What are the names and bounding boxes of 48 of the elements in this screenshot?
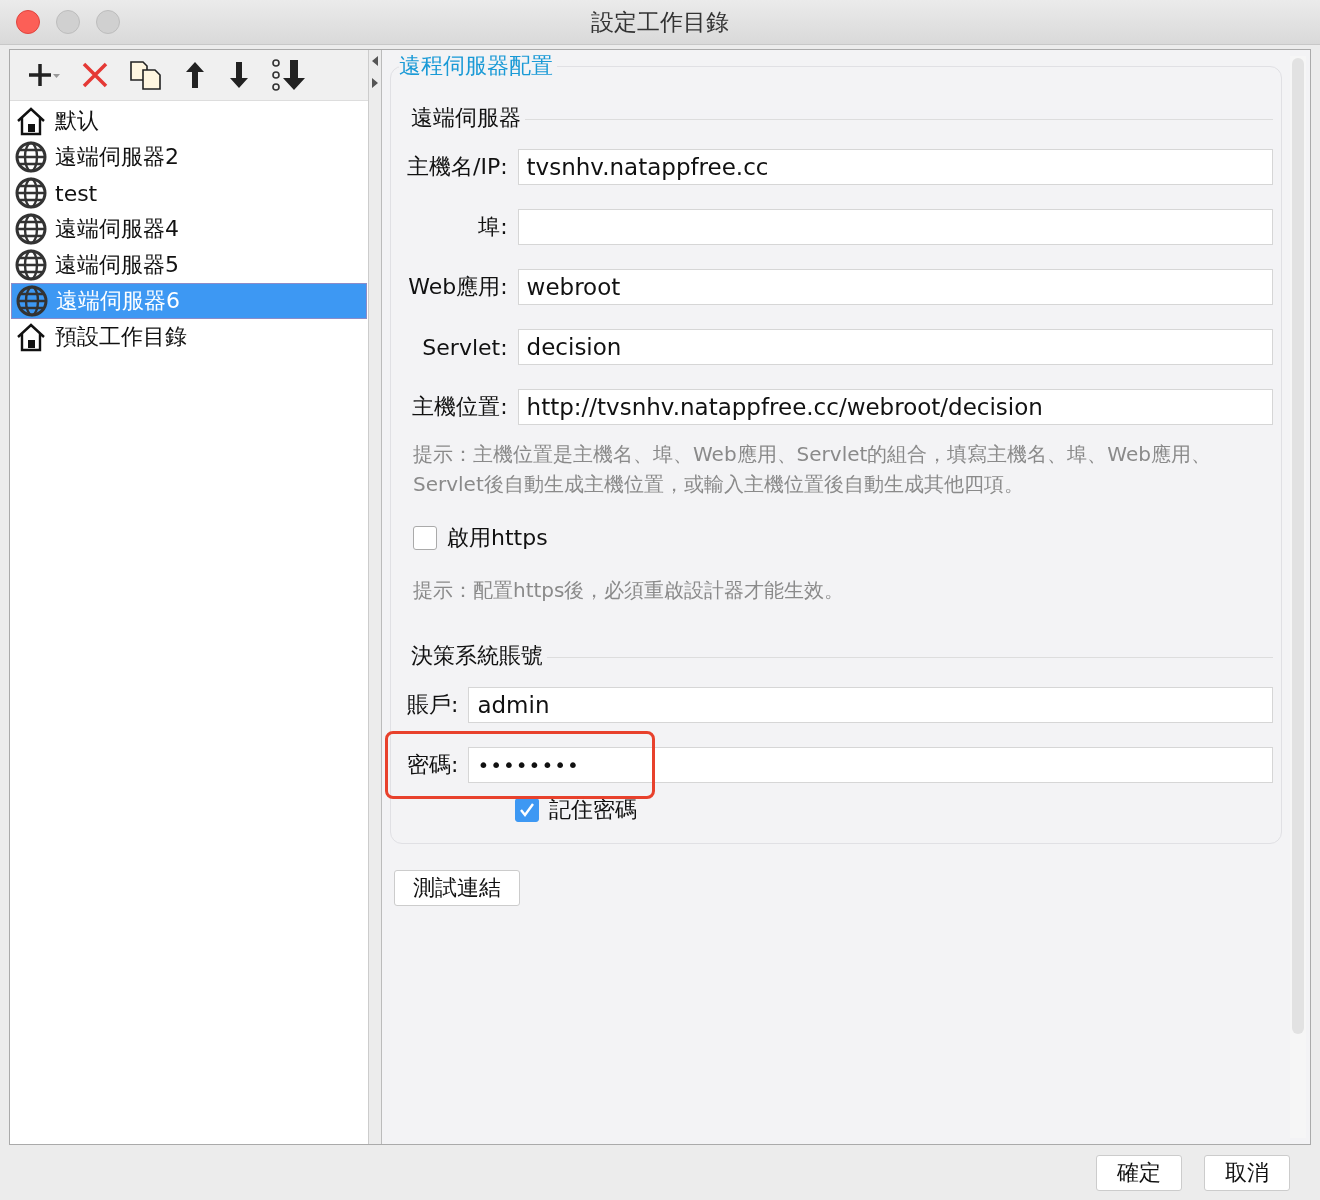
checkbox-label: 啟用https [447, 524, 548, 552]
globe-icon [15, 141, 47, 173]
directory-item[interactable]: 遠端伺服器2 [11, 139, 367, 175]
down-arrow-icon[interactable] [227, 60, 251, 90]
section-title: 決策系統賬號 [410, 642, 543, 670]
input-field[interactable]: http://tvsnhv.natappfree.cc/webroot/decision [517, 389, 1273, 425]
password-field[interactable]: •••••••• [468, 747, 1273, 783]
checkmark-icon [518, 801, 536, 819]
test-connection-button[interactable]: 測試連結 [394, 870, 520, 906]
house-icon [15, 106, 47, 136]
directory-item[interactable]: 默认 [11, 103, 367, 139]
dialog-button[interactable]: 取消 [1204, 1155, 1290, 1191]
copy-icon[interactable] [129, 60, 163, 90]
input-field[interactable]: decision [517, 329, 1273, 365]
input-field[interactable]: webroot [517, 269, 1273, 305]
globe-icon [15, 213, 47, 245]
house-icon [15, 322, 47, 352]
dialog-button[interactable]: 確定 [1096, 1155, 1182, 1191]
field-label: 主機名/IP: [407, 153, 508, 181]
globe-icon [15, 177, 47, 209]
globe-icon [16, 285, 48, 317]
section-title: 遠端伺服器 [410, 104, 521, 132]
move-bottom-icon[interactable] [271, 58, 307, 92]
checkbox[interactable] [413, 526, 437, 550]
directory-item[interactable]: 遠端伺服器5 [11, 247, 367, 283]
input-field[interactable]: admin [468, 687, 1273, 723]
input-field[interactable]: tvsnhv.natappfree.cc [517, 149, 1273, 185]
delete-icon[interactable] [81, 61, 109, 89]
field-label: 賬戶: [407, 691, 459, 719]
field-label: Web應用: [407, 273, 508, 301]
up-arrow-icon[interactable] [183, 60, 207, 90]
hint-text: 提示：主機位置是主機名、埠、Web應用、Servlet的組合，填寫主機名、埠、Web應用、Servlet後自動生成主機位置，或輸入主機位置後自動生成其他四項。 [413, 441, 1212, 498]
close-window-icon[interactable] [16, 10, 40, 34]
field-label: Servlet: [421, 334, 508, 360]
checkbox[interactable] [515, 798, 539, 822]
add-icon[interactable] [27, 62, 61, 88]
window-title: 設定工作目錄 [591, 7, 729, 37]
field-label: 主機位置: [411, 393, 508, 421]
checkbox-label: 記住密碼 [549, 796, 637, 824]
field-label: 埠: [477, 213, 508, 241]
directory-item[interactable]: test [11, 175, 367, 211]
splitter-handle[interactable] [369, 50, 382, 1144]
directory-item[interactable]: 遠端伺服器4 [11, 211, 367, 247]
input-field[interactable] [517, 209, 1273, 245]
directory-item[interactable]: 預設工作目錄 [11, 319, 367, 355]
globe-icon [15, 249, 47, 281]
field-label: 密碼: [407, 751, 459, 779]
hint-text: 提示：配置https後，必須重啟設計器才能生效。 [413, 577, 846, 604]
